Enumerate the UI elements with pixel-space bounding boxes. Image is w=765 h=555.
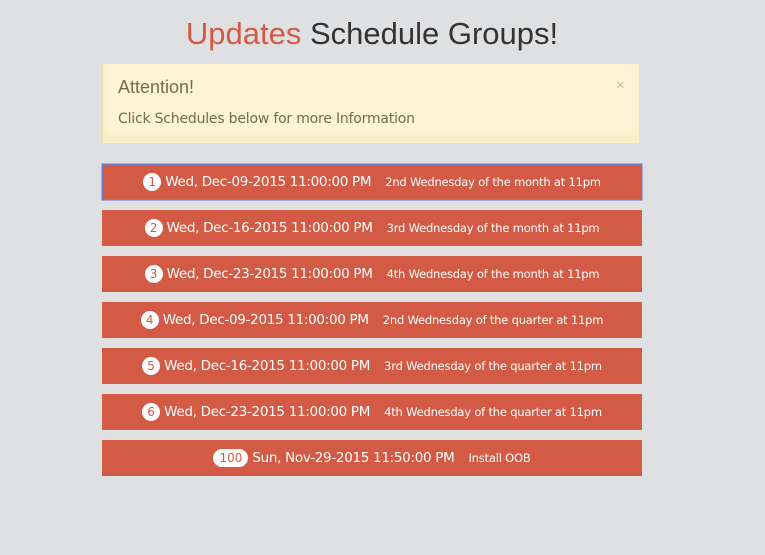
schedule-description: 3rd Wednesday of the quarter at 11pm [384, 359, 602, 373]
schedule-badge: 1 [143, 173, 162, 191]
schedule-description: 4th Wednesday of the month at 11pm [386, 267, 600, 281]
schedule-description: Install OOB [468, 451, 531, 465]
schedule-date: Wed, Dec-09-2015 11:00:00 PM [165, 174, 372, 190]
schedule-item[interactable]: 1 Wed, Dec-09-2015 11:00:00 PM 2nd Wedne… [102, 164, 642, 200]
schedule-description: 2nd Wednesday of the quarter at 11pm [382, 313, 604, 327]
page-title-accent: Updates [185, 16, 302, 51]
schedule-badge: 5 [142, 357, 161, 375]
close-icon[interactable]: × [616, 78, 625, 94]
schedule-list: 1 Wed, Dec-09-2015 11:00:00 PM 2nd Wedne… [102, 164, 642, 486]
schedule-badge: 100 [213, 449, 249, 467]
schedule-badge: 2 [144, 219, 163, 237]
schedule-item[interactable]: 5 Wed, Dec-16-2015 11:00:00 PM 3rd Wedne… [102, 348, 642, 384]
schedule-date: Sun, Nov-29-2015 11:50:00 PM [252, 450, 455, 466]
page-title: Updates Schedule Groups! [0, 14, 744, 54]
schedule-item[interactable]: 2 Wed, Dec-16-2015 11:00:00 PM 3rd Wedne… [102, 210, 642, 246]
schedule-badge: 6 [142, 403, 161, 421]
alert-heading: Attention! [118, 77, 195, 97]
schedule-date: Wed, Dec-09-2015 11:00:00 PM [162, 312, 369, 328]
schedule-item[interactable]: 6 Wed, Dec-23-2015 11:00:00 PM 4th Wedne… [102, 394, 642, 430]
schedule-badge: 4 [140, 311, 159, 329]
schedule-description: 4th Wednesday of the quarter at 11pm [384, 405, 602, 419]
alert-message: Click Schedules below for more Informati… [118, 111, 415, 127]
attention-alert: Attention! Click Schedules below for mor… [102, 63, 640, 144]
schedule-badge: 3 [144, 265, 163, 283]
schedule-item[interactable]: 4 Wed, Dec-09-2015 11:00:00 PM 2nd Wedne… [102, 302, 642, 338]
schedule-date: Wed, Dec-23-2015 11:00:00 PM [164, 404, 371, 420]
schedule-description: 2nd Wednesday of the month at 11pm [385, 175, 601, 189]
schedule-item[interactable]: 3 Wed, Dec-23-2015 11:00:00 PM 4th Wedne… [102, 256, 642, 292]
schedule-date: Wed, Dec-23-2015 11:00:00 PM [166, 266, 373, 282]
schedule-item[interactable]: 100 Sun, Nov-29-2015 11:50:00 PM Install… [102, 440, 642, 476]
schedule-description: 3rd Wednesday of the month at 11pm [386, 221, 600, 235]
page-title-rest: Schedule Groups! [301, 16, 559, 51]
schedule-date: Wed, Dec-16-2015 11:00:00 PM [164, 358, 371, 374]
schedule-date: Wed, Dec-16-2015 11:00:00 PM [166, 220, 373, 236]
